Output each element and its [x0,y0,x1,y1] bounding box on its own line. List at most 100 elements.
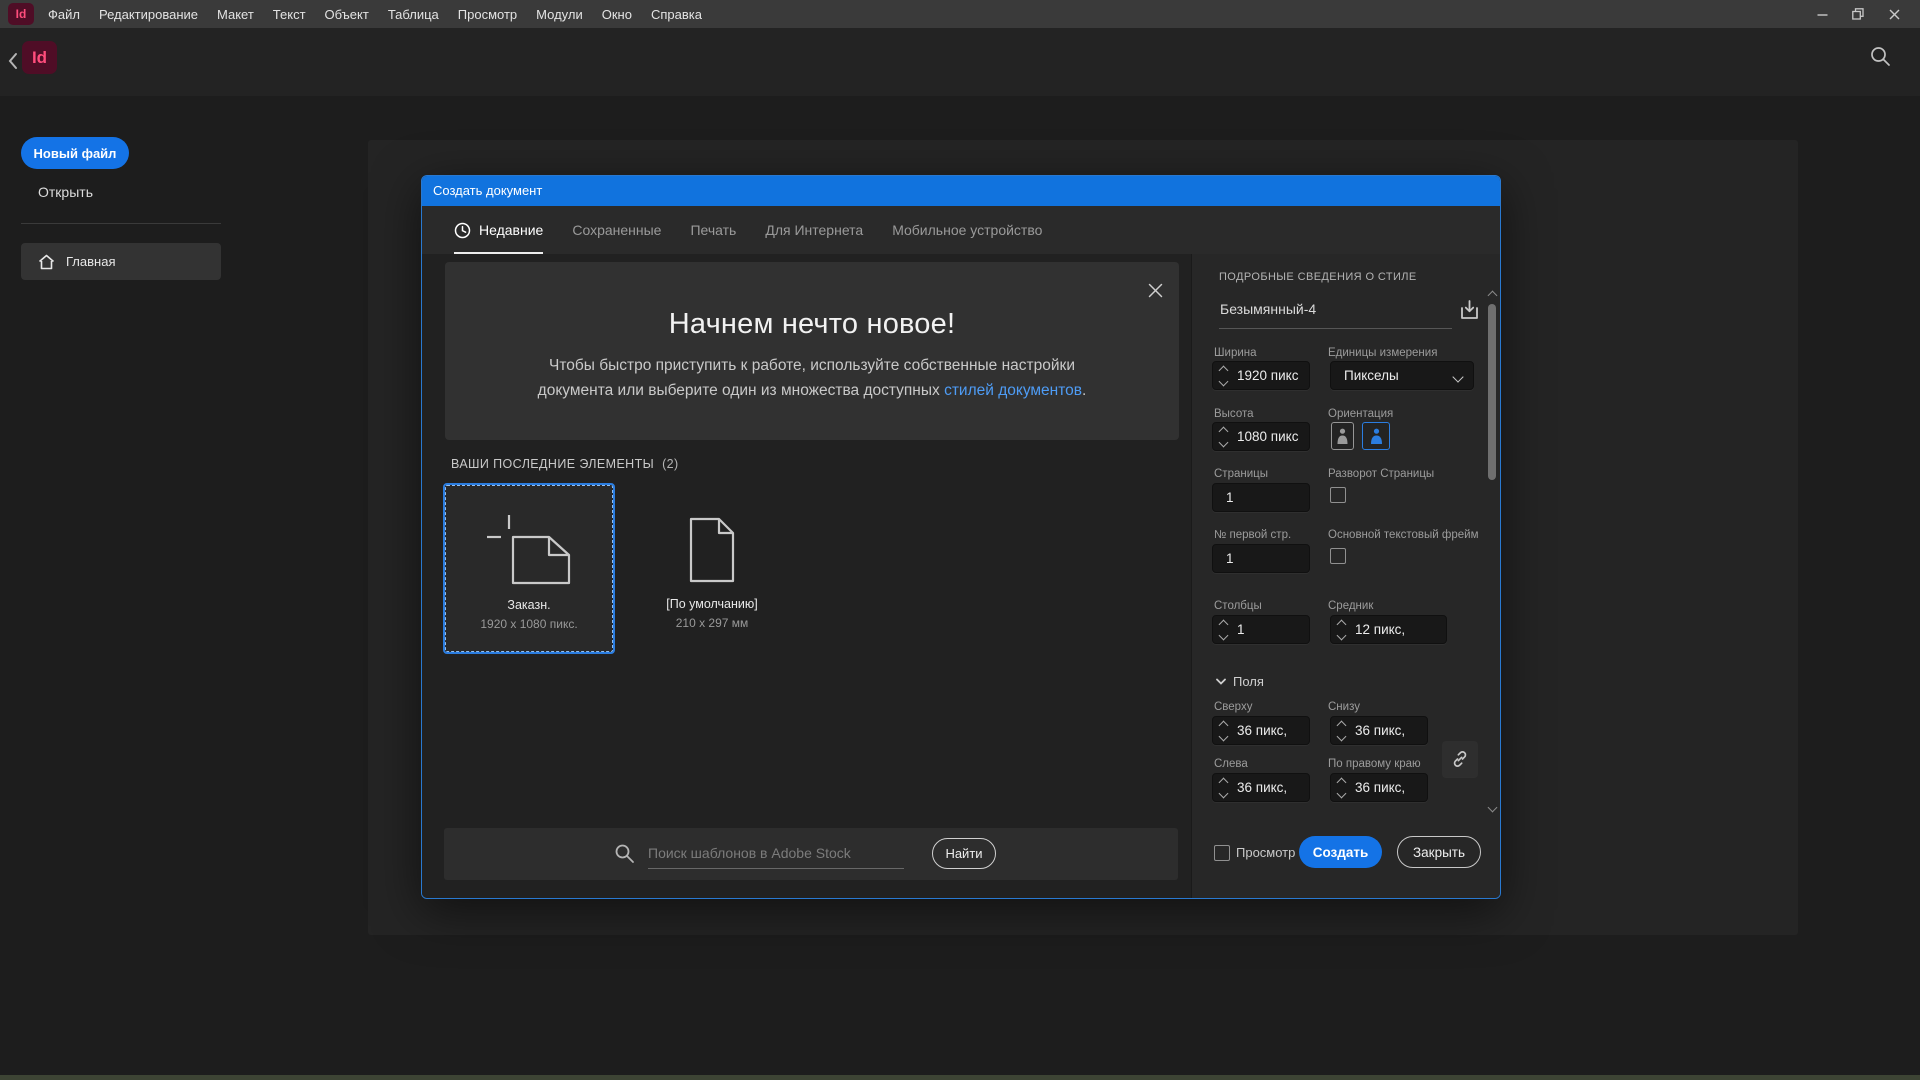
link-margins-button[interactable] [1442,741,1478,777]
tab-print[interactable]: Печать [690,206,736,254]
orientation-landscape-icon [1369,428,1384,444]
stepper-up-icon [1218,720,1228,730]
open-button[interactable]: Открыть [38,184,93,200]
sidebar-item-home[interactable]: Главная [21,243,221,280]
scroll-down-icon[interactable] [1488,803,1498,813]
menu-view[interactable]: Просмотр [458,7,517,22]
save-preset-button[interactable] [1458,299,1481,322]
columns-input[interactable]: 1 [1212,615,1310,644]
gutter-input[interactable]: 12 пикс, [1330,615,1447,644]
minimize-button[interactable] [1804,0,1840,28]
margin-bottom-value: 36 пикс, [1355,723,1405,738]
menu-bar: Id Файл Редактирование Макет Текст Объек… [0,0,1920,28]
recent-item-custom[interactable]: Заказн. 1920 x 1080 пикс. [445,485,613,652]
stepper-arrows[interactable] [1213,616,1233,643]
preset-name-field[interactable]: Безымянный-4 [1220,301,1316,317]
tab-web[interactable]: Для Интернета [765,206,863,254]
columns-label: Столбцы [1214,600,1262,612]
find-button[interactable]: Найти [932,838,996,869]
back-button[interactable] [8,52,18,70]
stepper-arrows[interactable] [1331,616,1351,643]
tab-saved[interactable]: Сохраненные [572,206,661,254]
stepper-up-icon [1218,365,1228,375]
facing-pages-checkbox[interactable] [1330,487,1346,503]
margin-top-value: 36 пикс, [1237,723,1287,738]
close-button[interactable] [1876,0,1912,28]
banner-line1: Чтобы быстро приступить к работе, исполь… [549,357,1075,374]
menu-layout[interactable]: Макет [217,7,254,22]
tab-label: Сохраненные [572,222,661,238]
header-search-button[interactable] [1868,44,1892,68]
menu-type[interactable]: Текст [273,7,306,22]
margin-right-input[interactable]: 36 пикс, [1330,773,1428,802]
height-value: 1080 пикс [1237,429,1298,444]
margins-heading: Поля [1233,674,1264,689]
stepper-arrows[interactable] [1213,423,1233,450]
scrollbar-thumb[interactable] [1488,304,1496,480]
template-search-input[interactable] [648,838,904,869]
units-dropdown[interactable]: Пикселы [1330,361,1474,390]
recent-item-default[interactable]: [По умолчанию] 210 x 297 мм [628,485,796,652]
scroll-up-icon[interactable] [1488,291,1498,301]
orientation-portrait-button[interactable] [1331,422,1354,450]
link-icon [1450,749,1470,769]
height-input[interactable]: 1080 пикс [1212,422,1310,451]
restore-button[interactable] [1840,0,1876,28]
pages-input[interactable]: 1 [1212,483,1310,512]
margin-top-input[interactable]: 36 пикс, [1212,716,1310,745]
close-dialog-button[interactable]: Закрыть [1397,836,1481,868]
menu-plugins[interactable]: Модули [536,7,583,22]
margin-left-label: Слева [1214,758,1248,770]
menu-edit[interactable]: Редактирование [99,7,198,22]
close-icon [1889,9,1900,20]
indesign-logo-large: Id [22,41,57,74]
menu-object[interactable]: Объект [325,7,369,22]
primary-text-frame-checkbox[interactable] [1330,548,1346,564]
stepper-up-icon [1218,619,1228,629]
gutter-value: 12 пикс, [1355,622,1405,637]
dialog-tabs: Недавние Сохраненные Печать Для Интернет… [422,206,1500,254]
stepper-arrows[interactable] [1331,717,1351,744]
margin-left-input[interactable]: 36 пикс, [1212,773,1310,802]
back-icon [8,52,18,70]
search-icon [1868,44,1892,68]
menu-table[interactable]: Таблица [388,7,439,22]
orientation-landscape-button[interactable] [1362,422,1390,450]
margin-top-label: Сверху [1214,701,1252,713]
stepper-down-icon [1218,788,1228,798]
stepper-arrows[interactable] [1213,774,1233,801]
stepper-down-icon [1218,731,1228,741]
dialog-titlebar: Создать документ [422,176,1500,206]
chevron-down-icon [1216,678,1226,685]
stepper-down-icon [1218,376,1228,386]
menu-window[interactable]: Окно [602,7,632,22]
tab-recent[interactable]: Недавние [454,206,543,254]
preview-checkbox[interactable] [1214,845,1230,861]
width-value: 1920 пикс [1237,368,1298,383]
banner-close-button[interactable] [1148,283,1163,298]
welcome-banner: Начнем нечто новое! Чтобы быстро приступ… [445,262,1179,440]
document-presets-link[interactable]: стилей документов [944,382,1082,399]
preset-details-panel: ПОДРОБНЫЕ СВЕДЕНИЯ О СТИЛЕ Безымянный-4 … [1191,254,1500,898]
menu-file[interactable]: Файл [48,7,80,22]
tab-label: Для Интернета [765,222,863,238]
stepper-down-icon [1336,788,1346,798]
window-controls [1804,0,1912,28]
create-button[interactable]: Создать [1299,836,1382,868]
margins-section-toggle[interactable]: Поля [1216,674,1264,689]
tab-mobile[interactable]: Мобильное устройство [892,206,1042,254]
stepper-arrows[interactable] [1331,774,1351,801]
margin-right-value: 36 пикс, [1355,780,1405,795]
width-input[interactable]: 1920 пикс [1212,361,1310,390]
stepper-arrows[interactable] [1213,362,1233,389]
stepper-arrows[interactable] [1213,717,1233,744]
facing-pages-label: Разворот Страницы [1328,468,1434,480]
preset-name-underline [1219,328,1452,329]
menu-help[interactable]: Справка [651,7,702,22]
menu-items: Файл Редактирование Макет Текст Объект Т… [48,7,702,22]
restore-icon [1852,8,1864,20]
panel-scrollbar[interactable] [1488,292,1497,812]
start-page-input[interactable]: 1 [1212,544,1310,573]
margin-bottom-input[interactable]: 36 пикс, [1330,716,1428,745]
new-file-button[interactable]: Новый файл [21,137,129,169]
